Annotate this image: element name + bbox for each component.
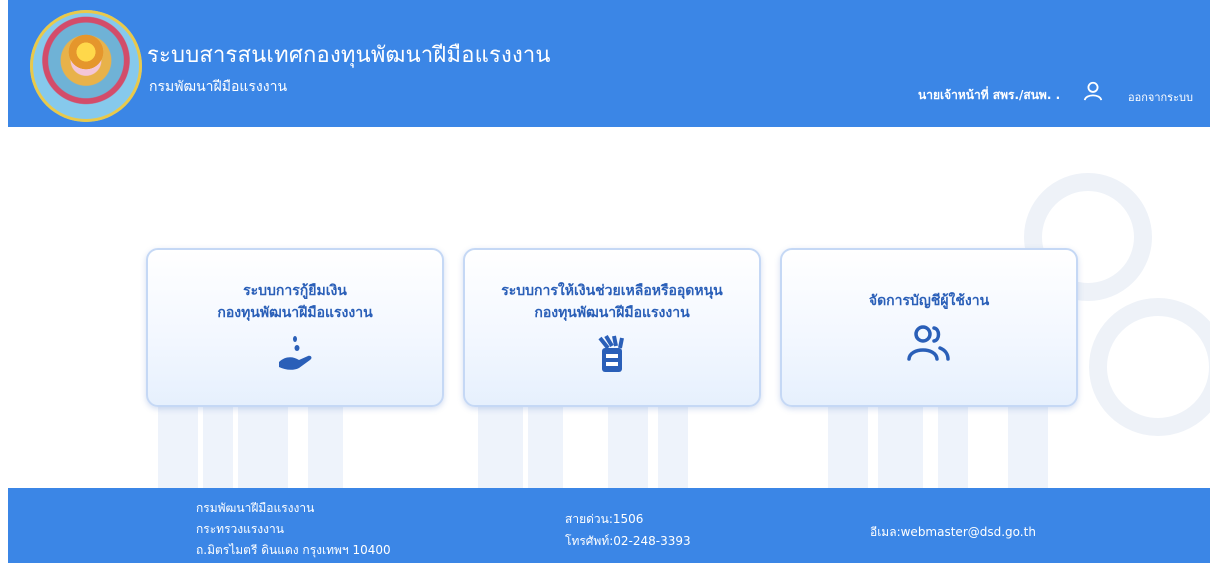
coin-hand-icon xyxy=(279,336,312,370)
user-name[interactable]: นายเจ้าหน้าที่ สพร./สนพ. . xyxy=(918,86,1060,105)
footer-ministry: กระทรวงแรงงาน xyxy=(196,522,284,536)
header-bar: ระบบสารสนเทศกองทุนพัฒนาฝีมือแรงงาน กรมพั… xyxy=(8,0,1210,127)
footer-address: กรมพัฒนาฝีมือแรงงาน กระทรวงแรงงาน ถ.มิตร… xyxy=(196,498,391,561)
footer-hotline: สายด่วน:1506 xyxy=(565,512,644,526)
card-grant-system[interactable]: ระบบการให้เงินช่วยเหลือหรืออุดหนุน กองทุ… xyxy=(463,248,761,407)
card-users-title: จัดการบัญชีผู้ใช้งาน xyxy=(868,293,990,309)
card-user-management[interactable]: จัดการบัญชีผู้ใช้งาน xyxy=(780,248,1078,407)
logout-link[interactable]: ออกจากระบบ xyxy=(1128,88,1193,106)
footer-street: ถ.มิตรไมตรี ดินแดง กรุงเทพฯ 10400 xyxy=(196,543,391,557)
card-grant-subtitle: กองทุนพัฒนาฝีมือแรงงาน xyxy=(534,305,690,321)
user-icon[interactable] xyxy=(1082,80,1104,102)
users-icon xyxy=(907,325,950,361)
dsd-seal-logo xyxy=(30,10,142,122)
card-loan-title: ระบบการกู้ยืมเงิน xyxy=(243,283,347,299)
footer-contact: สายด่วน:1506 โทรศัพท์:02-248-3393 xyxy=(565,508,691,552)
site-title: ระบบสารสนเทศกองทุนพัฒนาฝีมือแรงงาน xyxy=(147,43,551,68)
footer-org-name: กรมพัฒนาฝีมือแรงงาน xyxy=(196,501,315,515)
card-loan-subtitle: กองทุนพัฒนาฝีมือแรงงาน xyxy=(217,305,373,321)
main-content: ระบบการกู้ยืมเงิน กองทุนพัฒนาฝีมือแรงงาน… xyxy=(8,127,1210,488)
footer-email[interactable]: อีเมล:webmaster@dsd.go.th xyxy=(870,523,1036,542)
card-grant-title: ระบบการให้เงินช่วยเหลือหรืออุดหนุน xyxy=(501,283,723,299)
card-loan-system[interactable]: ระบบการกู้ยืมเงิน กองทุนพัฒนาฝีมือแรงงาน xyxy=(146,248,444,407)
footer-phone: โทรศัพท์:02-248-3393 xyxy=(565,534,691,548)
footer-bar: กรมพัฒนาฝีมือแรงงาน กระทรวงแรงงาน ถ.มิตร… xyxy=(8,488,1210,563)
page-frame: ระบบสารสนเทศกองทุนพัฒนาฝีมือแรงงาน กรมพั… xyxy=(8,0,1210,563)
site-subtitle: กรมพัฒนาฝีมือแรงงาน xyxy=(149,79,288,95)
money-bundle-icon xyxy=(598,334,624,372)
